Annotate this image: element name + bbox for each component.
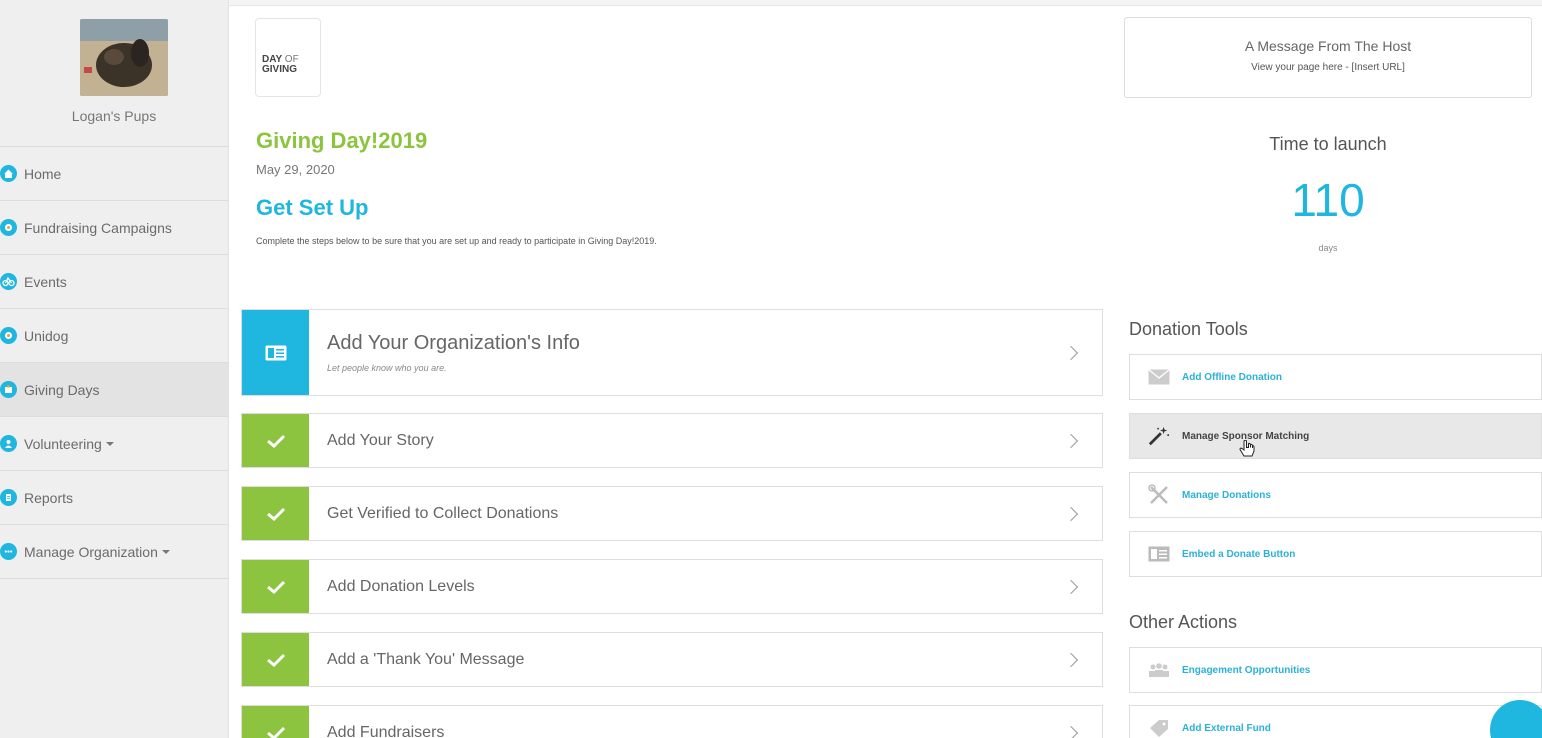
chevron-right-icon (1063, 433, 1079, 448)
tools-icon (1148, 484, 1170, 506)
step-title: Add Your Story (327, 431, 434, 449)
setup-title: Get Set Up (256, 195, 369, 220)
tool-label: Embed a Donate Button (1182, 548, 1296, 560)
tool-label: Add Offline Donation (1182, 371, 1282, 383)
sidebar-item-events[interactable]: Events (0, 255, 228, 309)
step-subtitle: Let people know who you are. (327, 363, 447, 373)
sidebar-item-giving-days[interactable]: Giving Days (0, 363, 228, 417)
step-title: Add Your Organization's Info (327, 332, 580, 354)
tag-icon (1148, 717, 1170, 738)
checkmark-icon (266, 434, 285, 448)
sidebar: Logan's Pups Home Fundraising Campaigns … (0, 0, 229, 738)
step-add-story[interactable]: Add Your Story (241, 413, 1103, 468)
unidog-icon (0, 327, 17, 344)
avatar[interactable] (80, 19, 168, 96)
chevron-right-icon (1063, 579, 1079, 594)
step-badge (242, 414, 309, 467)
sidebar-item-label: Fundraising Campaigns (24, 219, 172, 236)
embed-donate-button[interactable]: Embed a Donate Button (1129, 531, 1542, 577)
sidebar-item-label: Home (24, 165, 62, 182)
campaign-date: May 29, 2020 (256, 162, 335, 177)
add-external-fund-button[interactable]: Add External Fund (1129, 705, 1542, 738)
launch-label: Time to launch (1269, 134, 1387, 154)
checkmark-icon (266, 653, 285, 667)
giving-days-icon (0, 381, 17, 398)
sidebar-item-label: Unidog (24, 327, 69, 344)
sidebar-item-reports[interactable]: Reports (0, 471, 228, 525)
host-message-title: A Message From The Host (1244, 38, 1412, 54)
campaign-icon (0, 219, 17, 236)
step-add-org-info[interactable]: Add Your Organization's Info Let people … (241, 309, 1103, 396)
page-title: Giving Day!2019 (256, 128, 428, 153)
manage-sponsor-matching-button[interactable]: Manage Sponsor Matching (1129, 413, 1542, 459)
events-icon (0, 273, 17, 290)
step-title: Add Fundraisers (327, 723, 445, 738)
embed-icon (1148, 543, 1170, 565)
checkmark-icon (266, 726, 285, 738)
dog-photo (80, 19, 168, 96)
reports-icon (0, 489, 17, 506)
logo-giving: GIVING (262, 64, 298, 75)
launch-countdown: 110 (1291, 174, 1365, 226)
step-add-thank-you[interactable]: Add a 'Thank You' Message (241, 632, 1103, 687)
checkmark-icon (266, 580, 285, 594)
tool-label: Add External Fund (1182, 722, 1271, 734)
envelope-icon (1148, 366, 1170, 388)
manage-donations-button[interactable]: Manage Donations (1129, 472, 1542, 518)
chevron-right-icon (1063, 506, 1079, 521)
giving-day-logo: DAY OF GIVING (255, 18, 321, 97)
chevron-down-icon (105, 441, 114, 446)
sidebar-item-home[interactable]: Home (0, 147, 228, 201)
tool-label: Engagement Opportunities (1182, 664, 1311, 676)
sidebar-item-fundraising-campaigns[interactable]: Fundraising Campaigns (0, 201, 228, 255)
people-icon (1148, 659, 1170, 681)
magic-wand-icon (1148, 425, 1170, 447)
checkmark-icon (266, 507, 285, 521)
sidebar-item-manage-organization[interactable]: Manage Organization (0, 525, 228, 579)
volunteering-icon (0, 435, 17, 452)
add-offline-donation-button[interactable]: Add Offline Donation (1129, 354, 1542, 400)
sidebar-item-label: Giving Days (24, 381, 100, 398)
org-name: Logan's Pups (71, 108, 157, 124)
donation-tools-title: Donation Tools (1129, 319, 1248, 339)
engagement-opportunities-button[interactable]: Engagement Opportunities (1129, 647, 1542, 693)
host-message-box: A Message From The Host View your page h… (1124, 17, 1532, 98)
chevron-right-icon (1063, 725, 1079, 738)
sidebar-item-volunteering[interactable]: Volunteering (0, 417, 228, 471)
step-title: Get Verified to Collect Donations (327, 504, 559, 522)
top-border (229, 0, 1542, 6)
setup-description: Complete the steps below to be sure that… (256, 236, 657, 246)
step-badge (242, 633, 309, 686)
step-badge (242, 560, 309, 613)
other-actions-title: Other Actions (1129, 612, 1238, 632)
step-badge (242, 487, 309, 540)
tool-label: Manage Donations (1182, 489, 1271, 501)
launch-unit: days (1318, 243, 1338, 253)
step-title: Add a 'Thank You' Message (327, 650, 525, 668)
host-message-link[interactable]: View your page here - [Insert URL] (1125, 62, 1531, 73)
home-icon (0, 165, 17, 182)
step-badge (242, 706, 309, 738)
chevron-right-icon (1063, 652, 1079, 667)
sidebar-item-label: Manage Organization (24, 543, 158, 560)
step-badge (242, 310, 309, 395)
manage-org-icon (0, 543, 17, 560)
logo-text: DAY OF GIVING (262, 55, 299, 75)
step-get-verified[interactable]: Get Verified to Collect Donations (241, 486, 1103, 541)
step-add-fundraisers[interactable]: Add Fundraisers (241, 705, 1103, 738)
chevron-down-icon (161, 549, 170, 554)
hand-cursor-icon (1238, 439, 1256, 465)
id-card-icon (265, 345, 286, 360)
sidebar-item-label: Reports (24, 489, 74, 506)
chevron-right-icon (1063, 345, 1079, 360)
sidebar-item-unidog[interactable]: Unidog (0, 309, 228, 363)
sidebar-item-label: Events (24, 273, 67, 290)
step-add-donation-levels[interactable]: Add Donation Levels (241, 559, 1103, 614)
org-profile: Logan's Pups (0, 0, 228, 147)
sidebar-item-label: Volunteering (24, 435, 102, 452)
step-title: Add Donation Levels (327, 577, 475, 595)
